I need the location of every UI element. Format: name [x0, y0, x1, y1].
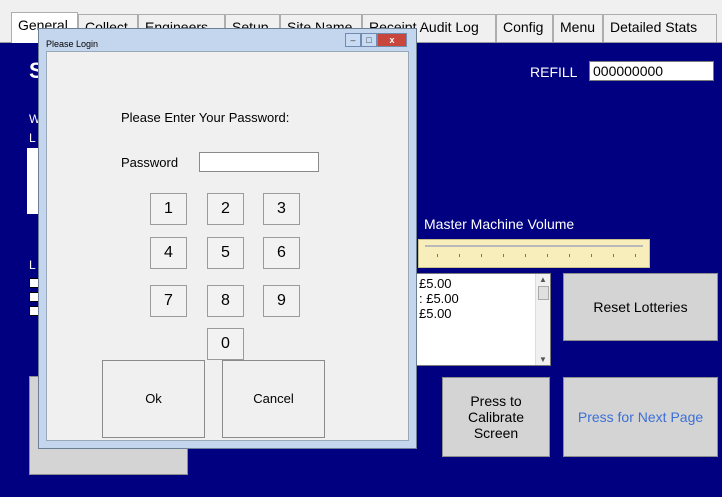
label-fragment: L [29, 258, 36, 272]
scroll-down-icon[interactable]: ▼ [539, 355, 547, 364]
calibrate-screen-button[interactable]: Press to Calibrate Screen [442, 377, 550, 457]
minimize-icon[interactable]: – [345, 33, 361, 47]
slider-tick [481, 254, 482, 257]
close-icon[interactable]: x [377, 33, 407, 47]
keypad-8-button[interactable]: 8 [207, 285, 244, 317]
keypad-2-button[interactable]: 2 [207, 193, 244, 225]
keypad-7-button[interactable]: 7 [150, 285, 187, 317]
keypad-0-button[interactable]: 0 [207, 328, 244, 360]
next-page-button[interactable]: Press for Next Page [563, 377, 718, 457]
list-item[interactable]: £5.00 [419, 276, 452, 291]
tab-menu[interactable]: Menu [553, 14, 603, 42]
refill-input[interactable]: 000000000 [589, 61, 714, 81]
keypad-6-button[interactable]: 6 [263, 237, 300, 269]
label-fragment: L [29, 131, 36, 145]
slider-tick [635, 254, 636, 257]
refill-label: REFILL [530, 64, 578, 80]
list-item[interactable]: : £5.00 [419, 291, 459, 306]
tab-config[interactable]: Config [496, 14, 553, 42]
password-prompt: Please Enter Your Password: [121, 110, 290, 125]
slider-tick [459, 254, 460, 257]
ok-button[interactable]: Ok [102, 360, 205, 438]
scroll-thumb[interactable] [538, 286, 549, 300]
master-volume-label: Master Machine Volume [424, 216, 575, 232]
keypad-4-button[interactable]: 4 [150, 237, 187, 269]
password-label: Password [121, 155, 179, 170]
slider-tick [569, 254, 570, 257]
reset-lotteries-button[interactable]: Reset Lotteries [563, 273, 718, 341]
login-dialog: Please Login – □ x Please Enter Your Pas… [38, 28, 417, 449]
slider-track [425, 245, 643, 247]
tab-detailed-stats[interactable]: Detailed Stats [603, 14, 717, 42]
keypad-3-button[interactable]: 3 [263, 193, 300, 225]
slider-tick [437, 254, 438, 257]
maximize-icon[interactable]: □ [361, 33, 377, 47]
lottery-listbox[interactable]: £5.00 : £5.00 £5.00 ▲ ▼ [416, 273, 551, 366]
scroll-up-icon[interactable]: ▲ [539, 275, 547, 284]
keypad-1-button[interactable]: 1 [150, 193, 187, 225]
slider-tick [525, 254, 526, 257]
master-volume-slider[interactable] [418, 239, 650, 268]
slider-tick [591, 254, 592, 257]
list-item[interactable]: £5.00 [419, 306, 452, 321]
listbox-scrollbar[interactable]: ▲ ▼ [535, 274, 550, 365]
cancel-button[interactable]: Cancel [222, 360, 325, 438]
slider-tick [547, 254, 548, 257]
dialog-title: Please Login [46, 39, 99, 49]
slider-tick [503, 254, 504, 257]
slider-tick [613, 254, 614, 257]
keypad-9-button[interactable]: 9 [263, 285, 300, 317]
password-input[interactable] [199, 152, 319, 172]
dialog-body: Please Enter Your Password: Password 1 2… [46, 51, 409, 441]
keypad-5-button[interactable]: 5 [207, 237, 244, 269]
